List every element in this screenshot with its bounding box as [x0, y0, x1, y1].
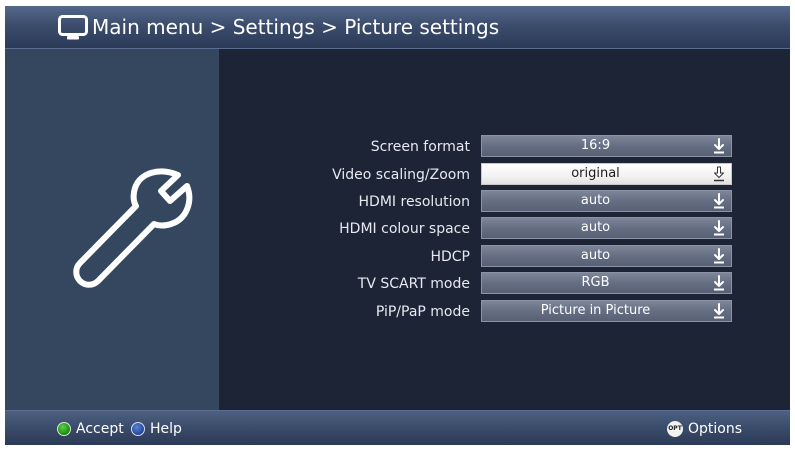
help-button[interactable]: Help: [131, 411, 182, 445]
setting-label: HDCP: [430, 249, 470, 265]
sidebar-panel: [5, 49, 219, 410]
setting-row-hdmi-resolution: HDMI resolution auto: [219, 190, 790, 214]
setting-row-pip-pap-mode: PiP/PaP mode Picture in Picture: [219, 300, 790, 324]
setting-value: original: [571, 166, 620, 181]
setting-value: Picture in Picture: [540, 303, 651, 318]
setting-label: HDMI resolution: [358, 194, 470, 210]
opt-icon: OPT: [667, 420, 683, 437]
options-button[interactable]: OPT Options: [667, 411, 742, 445]
arrow-down-icon: [714, 248, 724, 264]
header-bar: Main menu > Settings > Picture settings: [5, 6, 790, 49]
setting-row-hdmi-colour-space: HDMI colour space auto: [219, 217, 790, 241]
setting-value: auto: [580, 248, 611, 263]
setting-label: PiP/PaP mode: [375, 304, 470, 320]
setting-row-video-scaling: Video scaling/Zoom original: [219, 163, 790, 187]
setting-row-screen-format: Screen format 16:9: [219, 135, 790, 159]
setting-label: TV SCART mode: [357, 276, 470, 292]
hdcp-select[interactable]: auto: [481, 245, 732, 267]
wrench-icon: [73, 168, 193, 288]
pip-pap-mode-select[interactable]: Picture in Picture: [481, 300, 732, 322]
arrow-down-icon: [714, 193, 724, 209]
setting-row-hdcp: HDCP auto: [219, 245, 790, 269]
settings-list: Screen format 16:9 Video scaling/Zoom or…: [219, 49, 790, 410]
arrow-down-icon: [714, 138, 724, 154]
options-label: Options: [688, 420, 743, 437]
screen-format-select[interactable]: 16:9: [481, 135, 732, 157]
help-label: Help: [150, 420, 182, 437]
footer-bar: Accept Help OPT Options: [5, 410, 790, 445]
setting-label: Video scaling/Zoom: [332, 167, 470, 183]
breadcrumb: Main menu > Settings > Picture settings: [92, 15, 500, 39]
arrow-down-icon: [714, 303, 724, 319]
accept-button[interactable]: Accept: [57, 411, 124, 445]
tv-icon: [58, 15, 88, 40]
accept-label: Accept: [76, 420, 124, 437]
setting-label: HDMI colour space: [339, 221, 470, 237]
setting-label: Screen format: [370, 139, 470, 155]
tv-scart-mode-select[interactable]: RGB: [481, 272, 732, 294]
arrow-down-icon: [714, 275, 724, 291]
video-scaling-select[interactable]: original: [481, 163, 732, 185]
setting-row-tv-scart-mode: TV SCART mode RGB: [219, 272, 790, 296]
tv-screen: Main menu > Settings > Picture settings …: [5, 6, 790, 445]
arrow-down-icon: [714, 220, 724, 236]
setting-value: RGB: [581, 275, 610, 290]
blue-button-icon: [131, 421, 145, 436]
hdmi-colour-space-select[interactable]: auto: [481, 217, 732, 239]
hdmi-resolution-select[interactable]: auto: [481, 190, 732, 212]
arrow-down-icon: [714, 166, 724, 182]
green-button-icon: [57, 421, 71, 436]
setting-value: 16:9: [580, 138, 611, 153]
setting-value: auto: [580, 220, 611, 235]
setting-value: auto: [580, 193, 611, 208]
